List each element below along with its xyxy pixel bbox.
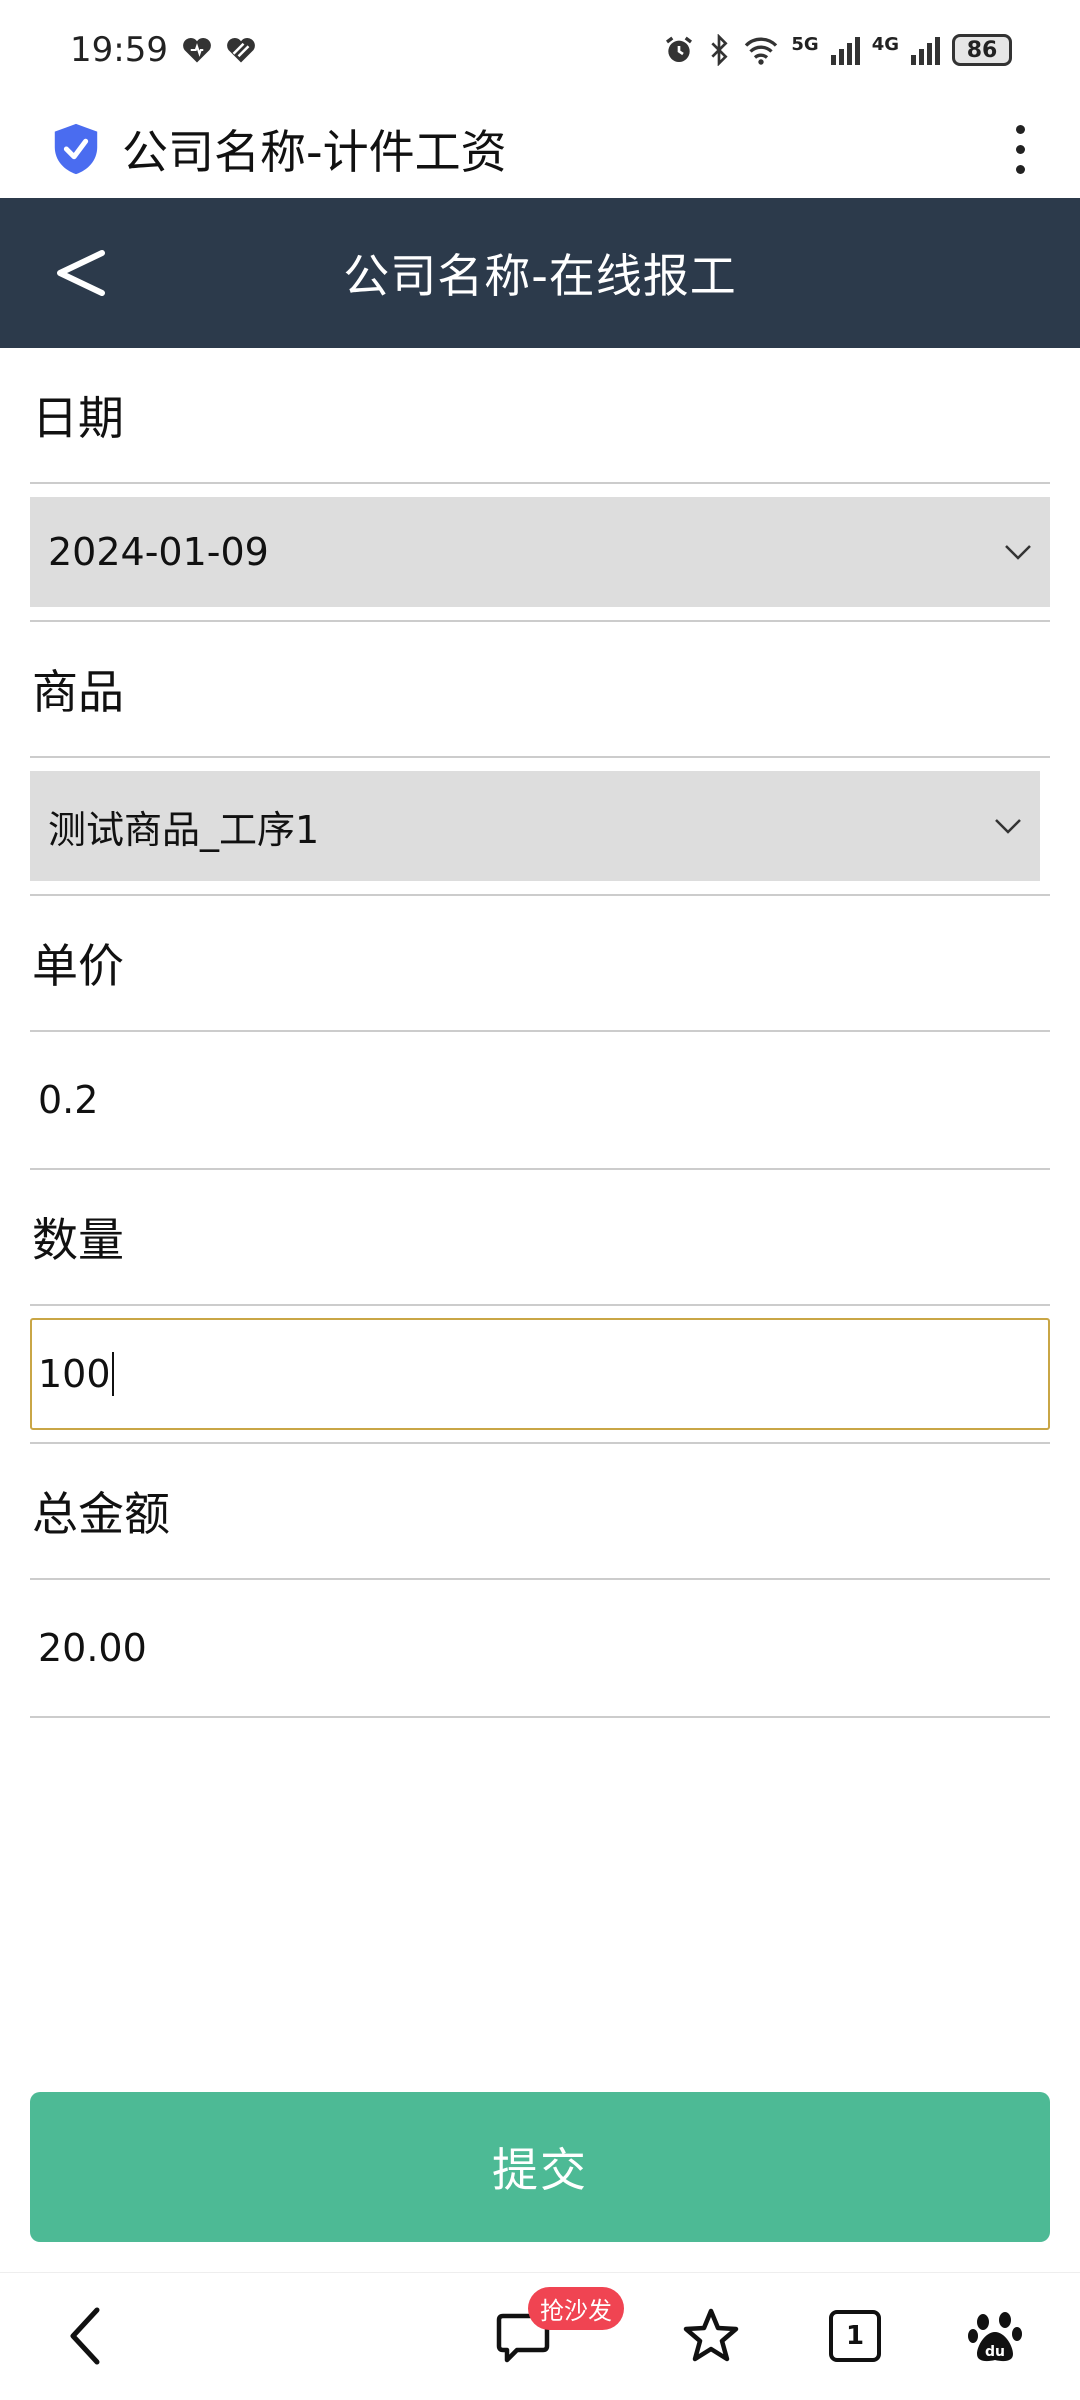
signal-5g-icon	[830, 35, 860, 65]
report-form: 日期 2024-01-09 商品 测试商品_工序1 单价 0.2 数量 100 …	[30, 348, 1050, 1718]
quantity-field-row: 100	[30, 1306, 1050, 1444]
quantity-value: 100	[38, 1352, 111, 1396]
nav-back-button[interactable]	[50, 2301, 120, 2371]
tab-count-value: 1	[845, 2321, 865, 2351]
date-field-row: 2024-01-09	[30, 484, 1050, 622]
date-select[interactable]: 2024-01-09	[30, 497, 1050, 607]
submit-button[interactable]: 提交	[30, 2092, 1050, 2242]
tabs-icon: 1	[829, 2310, 881, 2362]
browser-bottom-nav: 抢沙发 1 du	[0, 2272, 1080, 2400]
status-right: 5G 4G 86	[663, 34, 1012, 66]
star-icon	[683, 2308, 739, 2362]
baidu-home-button[interactable]: du	[960, 2301, 1030, 2371]
back-button[interactable]	[40, 233, 120, 313]
date-value: 2024-01-09	[48, 530, 269, 574]
wifi-icon	[745, 37, 778, 65]
favorite-button[interactable]	[676, 2301, 746, 2371]
chevron-left-icon	[57, 250, 105, 296]
app-header: 公司名称-在线报工	[0, 198, 1080, 348]
text-cursor	[111, 1352, 114, 1396]
network-4g-label: 4G	[871, 34, 899, 55]
battery-icon: 86	[952, 34, 1012, 66]
network-5g-label: 5G	[791, 34, 819, 55]
product-label: 商品	[30, 622, 1050, 758]
date-label: 日期	[30, 348, 1050, 484]
battery-level: 86	[966, 37, 998, 63]
price-value: 0.2	[38, 1078, 99, 1122]
status-time: 19:59	[70, 30, 168, 70]
quantity-label: 数量	[30, 1170, 1050, 1306]
alarm-icon	[666, 36, 693, 62]
shield-check-icon	[54, 123, 98, 175]
price-field-row: 0.2	[30, 1032, 1050, 1170]
product-field-row: 测试商品_工序1	[30, 758, 1050, 896]
submit-label: 提交	[492, 2143, 588, 2197]
browser-page-title: 公司名称-计件工资	[122, 125, 507, 179]
product-value: 测试商品_工序1	[48, 807, 320, 852]
comment-badge: 抢沙发	[528, 2287, 624, 2330]
quantity-input[interactable]: 100	[30, 1318, 1050, 1430]
status-left: 19:59	[70, 30, 256, 70]
product-select[interactable]: 测试商品_工序1	[30, 771, 1040, 881]
baidu-paw-icon: du	[968, 2312, 1022, 2362]
chevron-down-icon	[1005, 545, 1031, 560]
bluetooth-icon	[711, 34, 728, 66]
chevron-left-icon	[70, 2307, 100, 2365]
more-options-icon[interactable]	[1000, 124, 1040, 174]
tabs-button[interactable]: 1	[820, 2301, 890, 2371]
signal-4g-icon	[911, 35, 940, 65]
svg-text:du: du	[985, 2344, 1005, 2360]
health-icon	[227, 37, 255, 63]
total-label: 总金额	[30, 1444, 1050, 1580]
price-label: 单价	[30, 896, 1050, 1032]
browser-bar: 公司名称-计件工资	[0, 100, 1080, 198]
total-field-row: 20.00	[30, 1580, 1050, 1718]
total-value: 20.00	[38, 1626, 147, 1670]
heart-icon	[183, 37, 211, 63]
status-bar: 19:59 5G 4G 86	[0, 0, 1080, 100]
chevron-down-icon	[995, 819, 1021, 834]
page-title: 公司名称-在线报工	[343, 249, 737, 303]
